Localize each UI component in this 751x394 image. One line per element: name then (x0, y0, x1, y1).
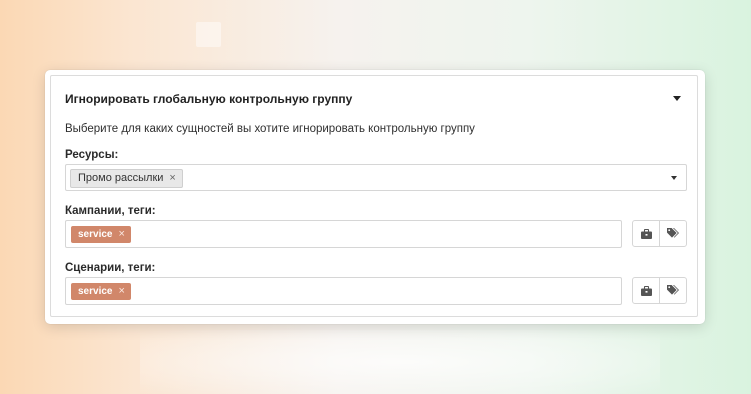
scenarios-label: Сценарии, теги: (65, 262, 156, 274)
scenarios-button-group (632, 277, 687, 304)
remove-tag-icon[interactable]: × (118, 226, 124, 243)
campaign-tag-label: service (78, 229, 113, 240)
resource-chip: Промо рассылки × (70, 169, 183, 188)
campaigns-button-group (632, 220, 687, 247)
scenario-tag-label: service (78, 286, 113, 297)
campaigns-tags-input[interactable]: service × (65, 220, 622, 248)
scenarios-tags-input[interactable]: service × (65, 277, 622, 305)
scenario-tag-chip: service × (71, 283, 131, 300)
tags-icon (667, 285, 679, 295)
chevron-down-icon[interactable] (671, 176, 677, 180)
campaigns-label: Кампании, теги: (65, 205, 156, 217)
tags-icon (667, 228, 679, 238)
briefcase-icon (640, 228, 652, 239)
panel-title: Игнорировать глобальную контрольную груп… (65, 92, 353, 106)
resource-chip-label: Промо рассылки (78, 172, 164, 184)
ignore-control-group-panel: Игнорировать глобальную контрольную груп… (50, 75, 698, 317)
campaigns-briefcase-button[interactable] (633, 221, 659, 246)
scenarios-tags-button[interactable] (659, 278, 686, 303)
scenarios-briefcase-button[interactable] (633, 278, 659, 303)
panel-description: Выберите для каких сущностей вы хотите и… (65, 123, 475, 135)
settings-card: Игнорировать глобальную контрольную груп… (45, 70, 705, 324)
resources-label: Ресурсы: (65, 149, 119, 161)
briefcase-icon (640, 285, 652, 296)
remove-tag-icon[interactable]: × (118, 283, 124, 300)
remove-chip-icon[interactable]: × (169, 170, 175, 187)
background-decoration (196, 22, 221, 47)
background-glow (140, 330, 660, 394)
campaigns-tags-button[interactable] (659, 221, 686, 246)
campaign-tag-chip: service × (71, 226, 131, 243)
resources-select[interactable]: Промо рассылки × (65, 164, 687, 191)
collapse-toggle-icon[interactable] (673, 96, 681, 101)
